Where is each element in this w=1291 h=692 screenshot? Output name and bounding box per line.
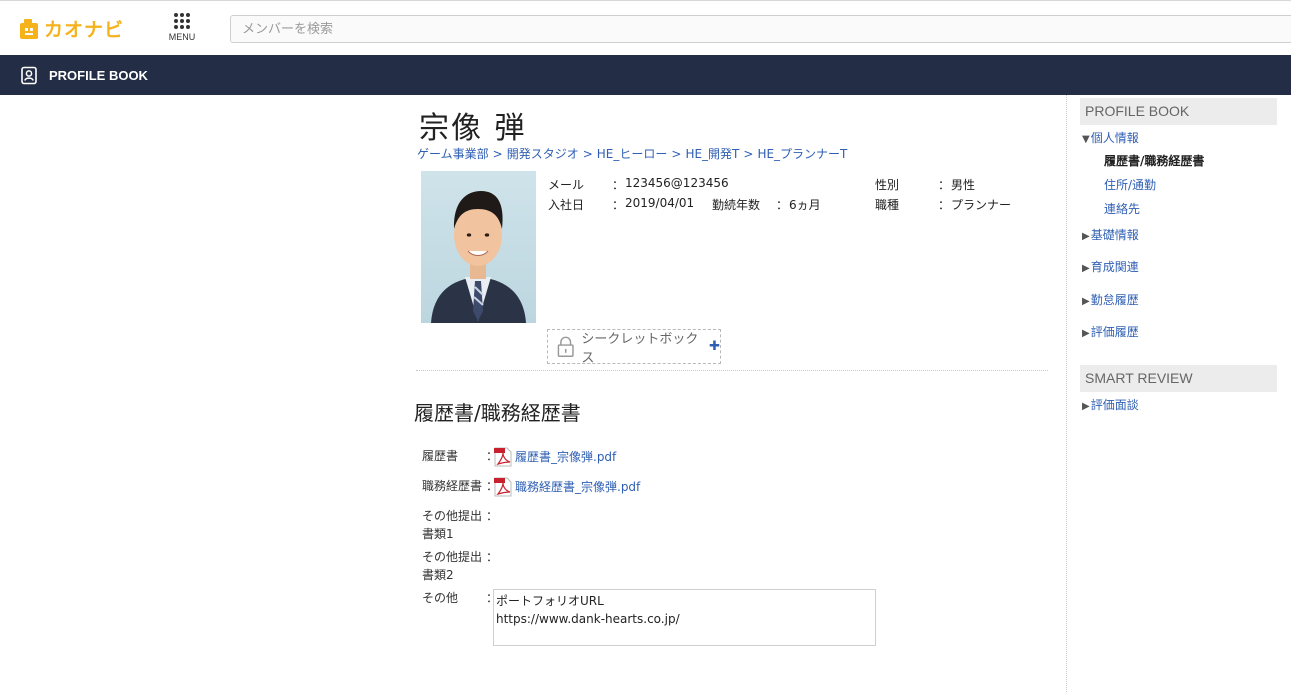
triangle-right-icon: ▶ [1082, 263, 1090, 274]
breadcrumb-item[interactable]: 開発スタジオ [507, 147, 579, 161]
sidebar-item-attendance[interactable]: ▶勤怠履歴 [1082, 291, 1139, 308]
doc-value: 職務経歴書_宗像弾.pdf [494, 477, 640, 497]
sidebar-label: 評価面談 [1090, 398, 1139, 412]
top-header: カオナビ MENU [0, 0, 1291, 55]
sidebar-sub-address[interactable]: 住所/通勤 [1104, 176, 1156, 193]
join-date-label: 入社日 [548, 198, 585, 212]
doc-row-career: 職務経歴書 ： 職務経歴書_宗像弾.pdf [422, 477, 882, 501]
colon: ： [938, 198, 951, 212]
sidebar-head-smart-review: SMART REVIEW [1080, 365, 1277, 392]
doc-label: 履歴書 [422, 449, 459, 463]
person-name: 宗像 弾 [419, 111, 527, 146]
secret-box-label: シークレットボックス [581, 331, 699, 366]
pdf-icon [494, 447, 512, 467]
person-photo-illustration [431, 191, 526, 323]
profile-book-icon [21, 66, 37, 84]
colon: ： [612, 198, 625, 212]
doc-row-other2: その他提出書類2 ： [422, 548, 882, 584]
secret-box-button[interactable]: シークレットボックス ✚ [547, 329, 721, 366]
colon: ： [612, 178, 625, 192]
breadcrumb-sep: > [492, 147, 503, 161]
sidebar-label: 育成関連 [1090, 260, 1139, 274]
colon: ： [776, 198, 789, 212]
menu-label: MENU [168, 32, 196, 42]
other-notes-box: ポートフォリオURL https://www.dank-hearts.co.jp… [493, 589, 876, 646]
sidebar-item-basic[interactable]: ▶基礎情報 [1082, 226, 1139, 243]
breadcrumb-item[interactable]: ゲーム事業部 [417, 147, 489, 161]
doc-row-other1: その他提出書類1 ： [422, 507, 882, 543]
kaonavi-logo[interactable]: カオナビ [18, 15, 124, 42]
triangle-right-icon: ▶ [1082, 328, 1090, 339]
triangle-right-icon: ▶ [1082, 231, 1090, 242]
breadcrumb-sep: > [582, 147, 593, 161]
section-title: 履歴書/職務経歴書 [414, 401, 581, 425]
triangle-right-icon: ▶ [1082, 296, 1090, 307]
lock-icon [557, 336, 574, 357]
gender-label: 性別 [875, 178, 900, 192]
career-history-pdf-link[interactable]: 職務経歴書_宗像弾.pdf [515, 478, 640, 496]
breadcrumb-item[interactable]: HE_プランナーT [757, 147, 847, 161]
breadcrumb: ゲーム事業部 > 開発スタジオ > HE_ヒーロー > HE_開発T > HE_プランナーT [417, 145, 847, 162]
info-labels: メール： 123456@123456 入社日： 2019/04/01 勤続年数： 6ヵ月 [548, 176, 821, 216]
doc-label: その他 [422, 591, 459, 605]
member-search-input[interactable] [230, 15, 1291, 43]
sidebar-label: 評価履歴 [1090, 325, 1139, 339]
doc-label: その他提出書類2 [422, 550, 483, 582]
breadcrumb-item[interactable]: HE_開発T [685, 147, 739, 161]
pdf-icon [494, 477, 512, 497]
sidebar-label: 個人情報 [1090, 131, 1139, 145]
triangle-down-icon: ▼ [1082, 134, 1090, 145]
profile-book-bar: PROFILE BOOK [0, 55, 1291, 95]
breadcrumb-item[interactable]: HE_ヒーロー [597, 147, 668, 161]
sidebar-head-profile-book: PROFILE BOOK [1080, 98, 1277, 125]
logo-text: カオナビ [44, 19, 125, 41]
doc-value: 履歴書_宗像弾.pdf [494, 447, 616, 467]
doc-label: 職務経歴書 [422, 479, 483, 493]
breadcrumb-sep: > [671, 147, 682, 161]
tenure-label: 勤続年数 [712, 198, 761, 212]
sidebar-sub-resume[interactable]: 履歴書/職務経歴書 [1104, 152, 1204, 169]
sidebar-divider [1066, 95, 1067, 692]
colon: ： [486, 550, 499, 564]
sidebar-item-interview[interactable]: ▶評価面談 [1082, 396, 1139, 413]
divider [416, 370, 1048, 371]
job-type-value: プランナー [951, 198, 1012, 212]
colon: ： [938, 178, 951, 192]
sidebar-item-training[interactable]: ▶育成関連 [1082, 258, 1139, 275]
sidebar-label: 勤怠履歴 [1090, 293, 1139, 307]
triangle-right-icon: ▶ [1082, 401, 1090, 412]
join-date-value: 2019/04/01 [625, 196, 695, 210]
gender-value: 男性 [951, 178, 976, 192]
doc-row-other: その他 ： ポートフォリオURL https://www.dank-hearts… [422, 589, 882, 649]
tenure-value: 6ヵ月 [789, 198, 821, 212]
sidebar-sub-contact[interactable]: 連絡先 [1104, 200, 1140, 217]
email-label: メール [548, 178, 585, 192]
email-value: 123456@123456 [625, 176, 729, 190]
resume-pdf-link[interactable]: 履歴書_宗像弾.pdf [515, 448, 616, 466]
plus-icon: ✚ [709, 339, 720, 354]
colon: ： [486, 509, 499, 523]
profile-book-title[interactable]: PROFILE BOOK [49, 68, 148, 83]
menu-button[interactable]: MENU [165, 13, 199, 42]
info-right: 性別 ：男性 職種 ：プランナー [875, 176, 1011, 216]
sidebar-label: 基礎情報 [1090, 228, 1139, 242]
sidebar-item-personal[interactable]: ▼個人情報 [1082, 129, 1139, 146]
logo-icon [20, 18, 38, 39]
breadcrumb-sep: > [743, 147, 754, 161]
job-type-label: 職種 [875, 198, 900, 212]
right-sidebar: PROFILE BOOK ▼個人情報 履歴書/職務経歴書 住所/通勤 連絡先 ▶… [1080, 98, 1277, 412]
doc-label: その他提出書類1 [422, 509, 483, 541]
doc-row-resume: 履歴書 ： 履歴書_宗像弾.pdf [422, 447, 882, 471]
grid-menu-icon [165, 13, 199, 29]
sidebar-item-evaluation[interactable]: ▶評価履歴 [1082, 323, 1139, 340]
profile-photo [421, 171, 536, 323]
